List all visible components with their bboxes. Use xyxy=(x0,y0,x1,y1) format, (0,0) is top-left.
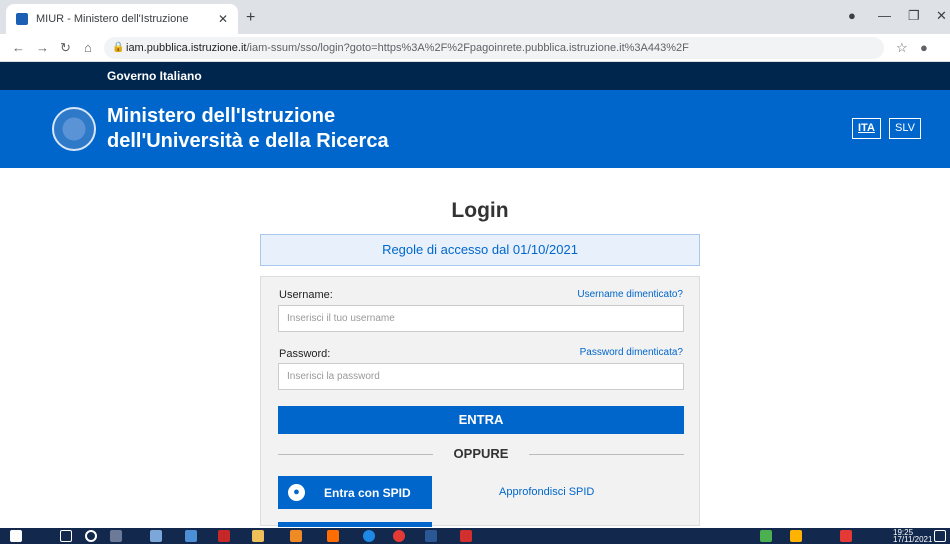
lang-slv-button[interactable]: SLV xyxy=(889,118,921,139)
store-icon[interactable] xyxy=(150,530,162,542)
forward-icon[interactable]: → xyxy=(36,40,49,55)
spid-user-icon: ● xyxy=(288,484,305,501)
login-form: Username: Username dimenticato? Inserisc… xyxy=(260,276,700,527)
chrome-icon[interactable] xyxy=(393,530,405,542)
windows-start-icon[interactable] xyxy=(10,530,22,542)
reload-icon[interactable]: ↻ xyxy=(60,40,71,56)
or-label: OPPURE xyxy=(453,446,509,461)
entra-button[interactable]: ENTRA xyxy=(278,406,684,434)
app-globe-icon[interactable] xyxy=(185,530,197,542)
spid-info-link[interactable]: Approfondisci SPID xyxy=(499,486,594,498)
close-tab-icon[interactable]: ✕ xyxy=(218,12,228,26)
username-label: Username: xyxy=(279,289,333,301)
tab-title: MIUR - Ministero dell'Istruzione xyxy=(36,13,189,25)
back-icon[interactable]: ← xyxy=(12,40,25,55)
windows-taskbar: 19:25 17/11/2021 xyxy=(0,528,950,544)
browser-tab[interactable]: MIUR - Ministero dell'Istruzione ✕ xyxy=(6,4,238,34)
password-input[interactable]: Inserisci la password xyxy=(278,363,684,390)
task-view-icon[interactable] xyxy=(110,530,122,542)
secondary-login-button[interactable] xyxy=(278,522,432,527)
header-title-line1[interactable]: Ministero dell'Istruzione xyxy=(107,105,335,128)
url-host: iam.pubblica.istruzione.it xyxy=(126,42,247,54)
header-title-line2[interactable]: dell'Università e della Ricerca xyxy=(107,130,389,153)
site-header: Ministero dell'Istruzione dell'Universit… xyxy=(0,90,950,168)
profile-icon[interactable]: ● xyxy=(848,8,856,23)
tray-volume-icon[interactable] xyxy=(790,530,802,542)
taskbar-clock[interactable]: 19:25 17/11/2021 xyxy=(893,529,933,544)
username-input[interactable]: Inserisci il tuo username xyxy=(278,305,684,332)
or-divider: OPPURE xyxy=(278,444,684,464)
word-icon[interactable] xyxy=(425,530,437,542)
new-tab-button[interactable]: + xyxy=(246,9,255,27)
file-explorer-icon[interactable] xyxy=(252,530,264,542)
gov-label[interactable]: Governo Italiano xyxy=(107,69,202,83)
notifications-icon[interactable] xyxy=(934,530,946,542)
tray-app-icon[interactable] xyxy=(840,530,852,542)
password-label: Password: xyxy=(279,348,331,360)
site-favicon-icon xyxy=(16,13,28,25)
republic-emblem-icon xyxy=(52,107,96,151)
acrobat-icon[interactable] xyxy=(218,530,230,542)
lang-ita-button[interactable]: ITA xyxy=(852,118,881,139)
outlook-icon[interactable] xyxy=(290,530,302,542)
account-icon[interactable]: ● xyxy=(920,40,928,55)
page-title: Login xyxy=(451,199,509,222)
cortana-icon[interactable] xyxy=(85,530,97,542)
gov-bar: Governo Italiano xyxy=(0,62,950,90)
lock-icon: 🔒 xyxy=(112,42,125,53)
pdf-icon[interactable] xyxy=(460,530,472,542)
edge-icon[interactable] xyxy=(363,530,375,542)
firefox-icon[interactable] xyxy=(327,530,339,542)
password-forgot-link[interactable]: Password dimenticata? xyxy=(580,347,683,358)
clock-date: 17/11/2021 xyxy=(893,535,933,544)
home-icon[interactable]: ⌂ xyxy=(84,40,92,55)
username-forgot-link[interactable]: Username dimenticato? xyxy=(577,289,683,300)
spid-login-button[interactable]: ● Entra con SPID xyxy=(278,476,432,509)
browser-tab-strip: MIUR - Ministero dell'Istruzione ✕ + ● —… xyxy=(0,0,950,34)
spid-button-label: Entra con SPID xyxy=(324,485,411,500)
tray-network-icon[interactable] xyxy=(760,530,772,542)
close-window-icon[interactable]: ✕ xyxy=(936,8,947,24)
bookmark-star-icon[interactable]: ☆ xyxy=(896,40,908,56)
search-icon[interactable] xyxy=(60,530,72,542)
url-path: /iam-ssum/sso/login?goto=https%3A%2F%2Fp… xyxy=(246,42,689,54)
minimize-icon[interactable]: — xyxy=(878,8,891,23)
access-rules-banner[interactable]: Regole di accesso dal 01/10/2021 xyxy=(260,234,700,266)
restore-icon[interactable]: ❐ xyxy=(908,8,920,24)
url-field[interactable]: 🔒 iam.pubblica.istruzione.it/iam-ssum/ss… xyxy=(104,37,884,59)
address-bar-row: ← → ↻ ⌂ 🔒 iam.pubblica.istruzione.it/iam… xyxy=(0,34,950,62)
